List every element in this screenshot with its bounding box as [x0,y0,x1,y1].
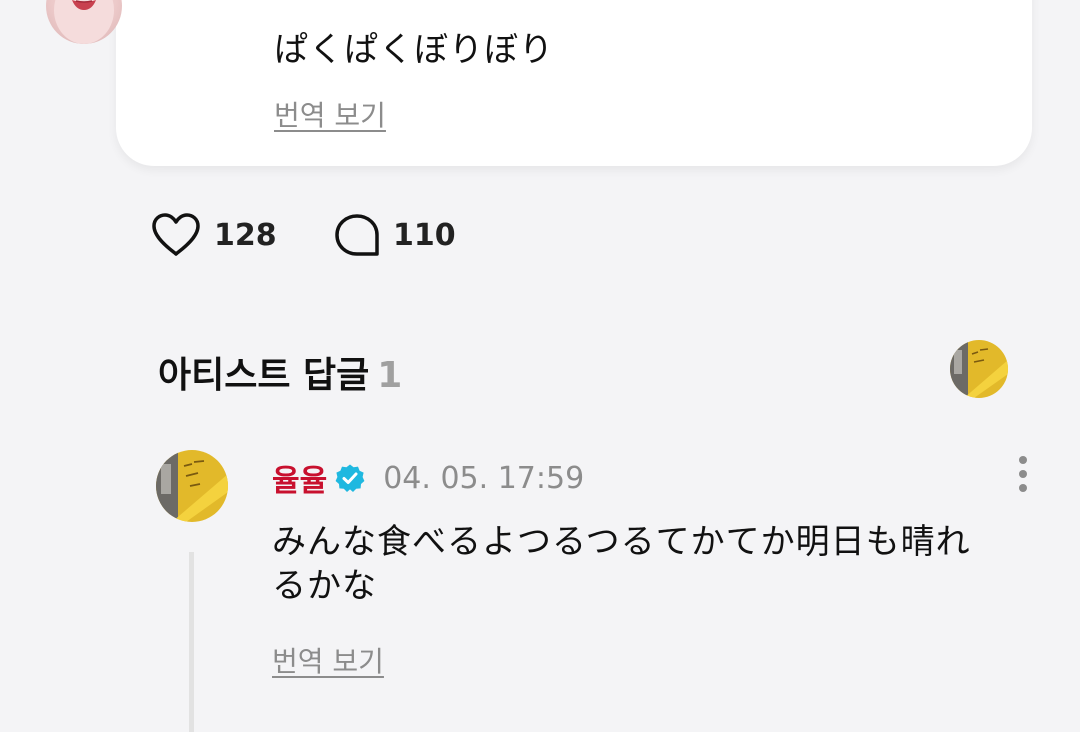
comment-avatar-image [156,450,228,522]
more-vertical-icon [1019,456,1027,492]
speech-bubble-icon [335,214,379,256]
artist-replies-title: 아티스트 답글 1 [158,346,402,398]
comment-header: 율율 04. 05. 17:59 [272,456,584,500]
artist-replies-count: 1 [377,355,403,396]
more-options-button[interactable] [1008,452,1038,496]
comment-text: みんな食べるよつるつるてかてか明日も晴れるかな [272,522,971,606]
artist-avatar-image [950,340,1008,398]
avatar-face-image [54,0,114,44]
comment-author-avatar[interactable] [156,450,228,522]
post-card: ぱくぱくぼりぼり 번역 보기 [116,0,1032,166]
comment-button[interactable]: 110 [333,208,456,262]
comment-author-name[interactable]: 율율 [272,456,327,500]
reply-thread-line [189,552,194,732]
artist-replies-label: 아티스트 답글 [158,355,370,396]
fan-post-page: ぱくぱくぼりぼり 번역 보기 128 110 아티스트 답글 1 율율 04. … [0,0,1080,732]
post-author-avatar[interactable] [46,0,122,44]
like-count: 128 [214,217,277,253]
artist-avatar-small[interactable] [950,340,1008,398]
comment-translate-link[interactable]: 번역 보기 [272,640,384,680]
verified-badge-icon [335,464,365,492]
post-text: ぱくぱくぼりぼり [274,30,554,70]
post-translate-link[interactable]: 번역 보기 [274,94,386,134]
heart-outline-icon [152,213,200,256]
comment-count: 110 [393,217,456,253]
comment-timestamp: 04. 05. 17:59 [383,460,585,496]
like-button[interactable]: 128 [150,208,277,262]
